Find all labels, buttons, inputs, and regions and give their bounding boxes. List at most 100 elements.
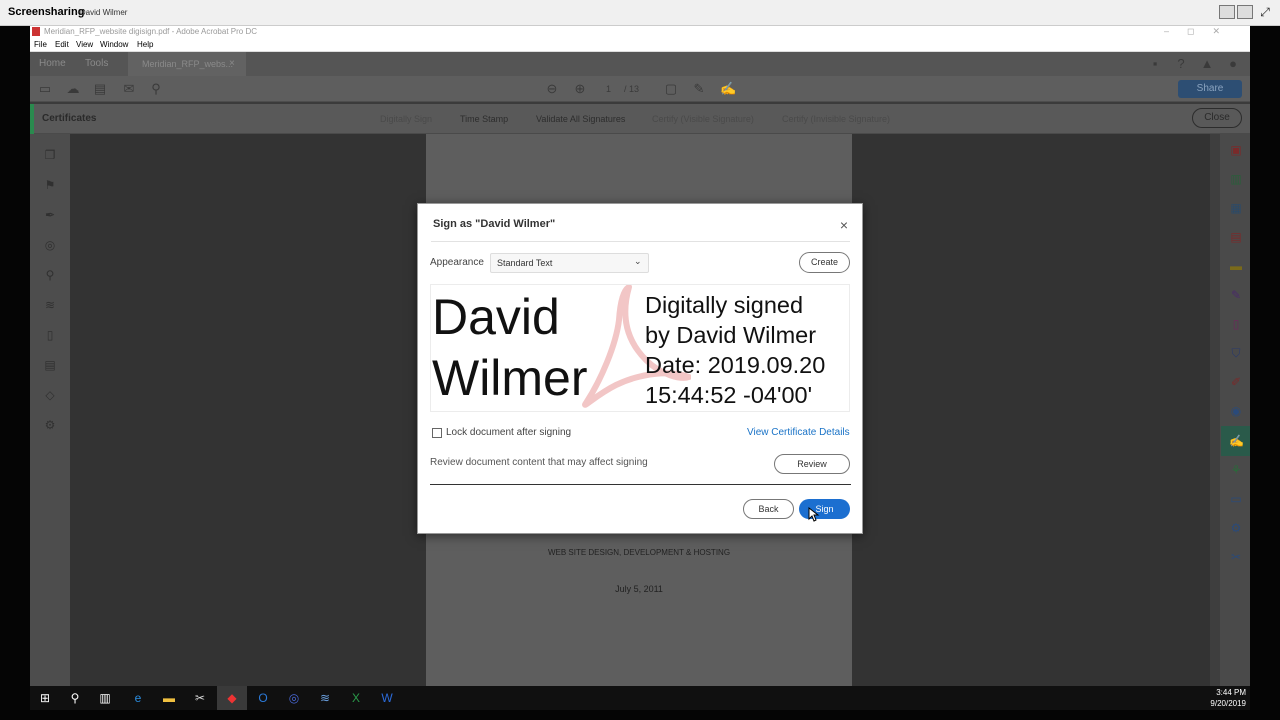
tab-tools[interactable]: Tools [85, 58, 108, 69]
close-tool-button[interactable]: Close [1192, 108, 1242, 128]
menu-view[interactable]: View [76, 40, 93, 49]
search-icon[interactable]: ⚲ [149, 82, 163, 96]
appearance-dropdown[interactable]: Standard Text ⌄ [490, 253, 649, 273]
edge-icon[interactable]: e [130, 690, 146, 706]
file-explorer-icon[interactable]: ▬ [161, 690, 177, 706]
sign-dialog: Sign as "David Wilmer" × Appearance Stan… [417, 203, 863, 534]
protect-icon[interactable]: ⛉ [1229, 346, 1243, 360]
validate-all-tool[interactable]: Validate All Signatures [536, 114, 625, 124]
signature-name: David Wilmer [432, 287, 588, 409]
bookmark-icon[interactable]: ⚑ [43, 178, 57, 192]
digitally-sign-tool[interactable]: Digitally Sign [380, 114, 432, 124]
attachment-icon[interactable]: ⚲ [43, 268, 57, 282]
document-icon[interactable]: ▯ [43, 328, 57, 342]
certificates-icon[interactable]: ✍ [1229, 434, 1244, 448]
tab-home[interactable]: Home [39, 58, 66, 69]
upload-icon[interactable]: ☁ [66, 82, 80, 96]
comment-tool-icon[interactable]: ▢ [664, 82, 678, 96]
comment-icon[interactable]: ▪ [1148, 57, 1162, 71]
save-icon[interactable]: ▭ [38, 82, 52, 96]
notification-icon[interactable]: ▲ [1200, 57, 1214, 71]
app-icon[interactable]: ◎ [286, 690, 302, 706]
order-icon[interactable]: ⚙ [43, 418, 57, 432]
scan-icon[interactable]: ▭ [1229, 492, 1243, 506]
create-button[interactable]: Create [799, 252, 850, 273]
window-title: Meridian_RFP_website digisign.pdf - Adob… [44, 27, 257, 36]
page-up-icon[interactable]: ⊖ [545, 82, 559, 96]
fullscreen-icon[interactable]: ⤢ [1257, 5, 1273, 19]
mouse-cursor-icon [808, 507, 820, 522]
sign-tool-icon[interactable]: ✍ [720, 82, 736, 96]
stack-icon[interactable]: ≋ [43, 298, 57, 312]
outlook-icon[interactable]: O [255, 690, 271, 706]
page-total: / 13 [624, 84, 640, 94]
pages-icon[interactable]: ❐ [43, 148, 57, 162]
organize-icon[interactable]: ▯ [1229, 317, 1243, 331]
certify-invisible-tool[interactable]: Certify (Invisible Signature) [782, 114, 890, 124]
comment-pane-icon[interactable]: ▬ [1229, 259, 1243, 273]
help-icon[interactable]: ? [1174, 57, 1188, 71]
redact-icon[interactable]: ✐ [1229, 375, 1243, 389]
page-current[interactable]: 1 [606, 84, 611, 94]
layers-app-icon[interactable]: ≋ [317, 690, 333, 706]
grid-view-icon[interactable] [1237, 5, 1253, 19]
screen-border-bottom [0, 710, 1280, 720]
menu-edit[interactable]: Edit [55, 40, 69, 49]
lock-document-checkbox[interactable] [432, 428, 442, 438]
send-icon[interactable]: ⚘ [1229, 463, 1243, 477]
content-icon[interactable]: ▤ [43, 358, 57, 372]
signature-details: Digitally signed by David Wilmer Date: 2… [645, 290, 825, 410]
snip-icon[interactable]: ✂ [192, 690, 208, 706]
more-tools-icon[interactable]: ✂ [1229, 550, 1243, 564]
taskbar-search-icon[interactable]: ⚲ [67, 690, 83, 706]
tab-close-icon[interactable]: × [229, 58, 235, 69]
layers-icon[interactable]: ◎ [43, 238, 57, 252]
review-text: Review document content that may affect … [430, 457, 648, 468]
vertical-scrollbar[interactable] [1210, 134, 1220, 686]
signature-panel-icon[interactable]: ✒ [43, 208, 57, 222]
print-icon[interactable]: ▤ [93, 82, 107, 96]
screen-border-left [0, 26, 30, 720]
word-icon[interactable]: W [379, 690, 395, 706]
clock-time[interactable]: 3:44 PM [1212, 688, 1246, 697]
tag-icon[interactable]: ◇ [43, 388, 57, 402]
menu-window[interactable]: Window [100, 40, 128, 49]
signature-preview: David Wilmer Digitally signed by David W… [430, 284, 850, 412]
create-pdf-icon[interactable]: ▣ [1229, 143, 1243, 157]
time-stamp-tool[interactable]: Time Stamp [460, 114, 508, 124]
menu-help[interactable]: Help [137, 40, 153, 49]
screensharing-title: Screensharing [8, 6, 85, 18]
review-button[interactable]: Review [774, 454, 850, 474]
dialog-footer-divider [430, 484, 851, 485]
toolbar [30, 76, 1250, 102]
edit-pdf-icon[interactable]: ▦ [1229, 201, 1243, 215]
single-view-icon[interactable] [1219, 5, 1235, 19]
combine-icon[interactable]: ▥ [1229, 172, 1243, 186]
fill-sign-icon[interactable]: ✎ [1229, 288, 1243, 302]
windows-start-icon[interactable]: ⊞ [37, 690, 53, 706]
export-icon[interactable]: ▤ [1229, 230, 1243, 244]
certificates-toolbar [30, 104, 1250, 134]
back-button[interactable]: Back [743, 499, 794, 519]
account-icon[interactable]: ● [1226, 57, 1240, 71]
highlight-icon[interactable]: ✎ [692, 82, 706, 96]
menu-file[interactable]: File [34, 40, 47, 49]
sign-button[interactable]: Sign [799, 499, 850, 519]
acrobat-icon[interactable]: ◆ [224, 690, 240, 706]
page-down-icon[interactable]: ⊕ [573, 82, 587, 96]
excel-icon[interactable]: X [348, 690, 364, 706]
pdf-icon [32, 27, 40, 36]
email-icon[interactable]: ✉ [122, 82, 136, 96]
signature-name-line2: Wilmer [432, 350, 588, 406]
lock-document-label[interactable]: Lock document after signing [446, 427, 571, 438]
window-controls[interactable]: –◻✕ [1164, 26, 1238, 37]
clock-date[interactable]: 9/20/2019 [1206, 699, 1246, 708]
share-button[interactable]: Share [1178, 80, 1242, 98]
signature-detail-line2: by David Wilmer [645, 322, 817, 348]
certify-visible-tool[interactable]: Certify (Visible Signature) [652, 114, 754, 124]
stamp-icon[interactable]: ⚙ [1229, 521, 1243, 535]
close-icon[interactable]: × [837, 218, 851, 232]
view-certificate-link[interactable]: View Certificate Details [747, 427, 850, 438]
task-view-icon[interactable]: ▥ [97, 690, 113, 706]
compare-icon[interactable]: ◉ [1229, 404, 1243, 418]
